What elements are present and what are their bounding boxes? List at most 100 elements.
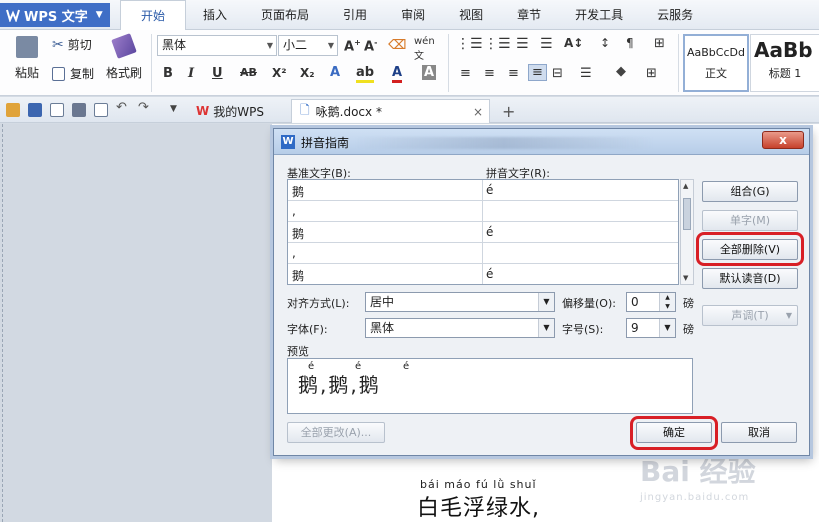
style-normal[interactable]: AaBbCcDd 正文: [683, 34, 749, 92]
default-reading-button[interactable]: 默认读音(D): [702, 268, 798, 289]
font-size-select[interactable]: 小二 ▼: [278, 35, 338, 56]
base-cell[interactable]: ,: [292, 204, 296, 218]
wps-app-button[interactable]: WPS 文字 ▼: [0, 3, 110, 27]
grid-row[interactable]: ,: [288, 243, 678, 264]
pinyin-guide-dialog: W 拼音指南 x 基准文字(B): 拼音文字(R): 鹅 é , 鹅 é , 鹅…: [273, 128, 810, 456]
pinyin-guide-icon[interactable]: wén 文: [414, 36, 435, 62]
combine-button[interactable]: 组合(G): [702, 181, 798, 202]
justify-icon[interactable]: ≡: [528, 64, 547, 81]
base-cell[interactable]: 鹅: [292, 183, 304, 200]
align-value: 居中: [370, 295, 395, 309]
tab-review[interactable]: 审阅: [384, 0, 442, 30]
align-left-icon[interactable]: ≡: [460, 66, 471, 81]
copy-button[interactable]: 复制: [52, 65, 94, 82]
print-icon[interactable]: [72, 103, 86, 117]
align-right-icon[interactable]: ≡: [508, 66, 519, 81]
scroll-up-icon[interactable]: ▲: [683, 182, 688, 190]
cut-label: 剪切: [67, 38, 92, 52]
strikethrough-button[interactable]: AB: [240, 66, 257, 79]
spinner-arrows-icon[interactable]: ▲ ▼: [659, 293, 675, 311]
paste-button[interactable]: 粘贴: [10, 36, 44, 81]
text-direction-icon[interactable]: A↕: [564, 36, 583, 50]
base-cell[interactable]: 鹅: [292, 267, 304, 284]
tab-cloud[interactable]: 云服务: [640, 0, 710, 30]
shrink-font-icon[interactable]: A-: [364, 38, 377, 54]
clear-format-icon[interactable]: ⌫: [388, 38, 406, 53]
sort-icon[interactable]: ↕: [600, 36, 610, 50]
offset-spinner[interactable]: 0 ▲ ▼: [626, 292, 676, 312]
close-button[interactable]: x: [762, 131, 804, 149]
pinyin-cell[interactable]: é: [486, 225, 493, 239]
clear-all-highlight: [696, 232, 804, 266]
export-pdf-icon[interactable]: [50, 103, 64, 117]
tone-button[interactable]: 声调(T) ▼: [702, 305, 798, 326]
tab-home[interactable]: 开始: [120, 0, 187, 31]
grow-font-icon[interactable]: A+: [344, 38, 361, 54]
align-select[interactable]: 居中 ▼: [365, 292, 555, 312]
brush-icon: [111, 33, 137, 59]
pinyin-cell[interactable]: é: [486, 267, 493, 281]
grid-row[interactable]: 鹅 é: [288, 180, 678, 201]
font-name-select[interactable]: 黑体 ▼: [157, 35, 277, 56]
base-cell[interactable]: 鹅: [292, 225, 304, 242]
grid-row[interactable]: 鹅 é: [288, 264, 678, 285]
tab-developer[interactable]: 开发工具: [558, 0, 640, 30]
print-preview-icon[interactable]: [94, 103, 108, 117]
change-all-button[interactable]: 全部更改(A)...: [287, 422, 385, 443]
grid-scrollbar[interactable]: ▲ ▼: [680, 179, 694, 285]
format-painter-button[interactable]: 格式刷: [104, 33, 144, 81]
distribute-icon[interactable]: ⊟: [552, 66, 563, 81]
text-effect-icon[interactable]: A: [330, 65, 340, 80]
decrease-indent-icon[interactable]: ☰: [516, 36, 529, 52]
style-heading-1[interactable]: AaBb 标题 1: [750, 34, 819, 92]
highlight-icon[interactable]: ab: [356, 65, 375, 83]
line-spacing-icon[interactable]: ☰: [580, 66, 592, 81]
show-marks-icon[interactable]: ¶: [626, 36, 634, 50]
size-select[interactable]: 9 ▼: [626, 318, 676, 338]
char-shading-icon[interactable]: A: [422, 65, 437, 80]
numbered-list-icon[interactable]: ⋮☰: [484, 36, 511, 52]
font-select[interactable]: 黑体 ▼: [365, 318, 555, 338]
underline-button[interactable]: U: [212, 66, 223, 81]
tab-references[interactable]: 引用: [326, 0, 384, 30]
tab-my-wps[interactable]: W 我的WPS: [188, 99, 272, 123]
style-normal-preview: AaBbCcDd: [687, 46, 745, 59]
close-tab-icon[interactable]: ×: [473, 105, 483, 119]
dialog-title-bar[interactable]: W 拼音指南 x: [274, 129, 809, 155]
single-char-button[interactable]: 单字(M): [702, 210, 798, 231]
bullet-list-icon[interactable]: ⋮☰: [456, 36, 483, 52]
scrollbar-thumb[interactable]: [683, 198, 691, 230]
table-icon[interactable]: ⊞: [654, 36, 665, 51]
new-tab-button[interactable]: +: [494, 99, 523, 123]
scroll-down-icon[interactable]: ▼: [683, 274, 688, 282]
base-cell[interactable]: ,: [292, 246, 296, 260]
tab-insert[interactable]: 插入: [186, 0, 244, 30]
shading-icon[interactable]: ◆: [616, 64, 626, 79]
italic-button[interactable]: I: [188, 66, 194, 81]
grid-row[interactable]: ,: [288, 201, 678, 222]
chevron-down-icon: ▼: [538, 293, 554, 311]
tab-view[interactable]: 视图: [442, 0, 500, 30]
undo-icon[interactable]: ↶: [116, 100, 130, 115]
pinyin-cell[interactable]: é: [486, 183, 493, 197]
open-folder-icon[interactable]: [6, 103, 20, 117]
bold-button[interactable]: B: [163, 66, 173, 81]
ribbon: 粘贴 ✂ 剪切 复制 格式刷 黑体 ▼ 小二 ▼ A+ A- ⌫ wén 文 B …: [0, 30, 819, 96]
align-label: 对齐方式(L):: [287, 297, 350, 310]
tab-chapter[interactable]: 章节: [500, 0, 558, 30]
tab-document[interactable]: 🗋 咏鹅.docx * ×: [291, 99, 490, 123]
border-icon[interactable]: ⊞: [646, 66, 657, 81]
customize-toolbar-icon[interactable]: ▼: [170, 104, 184, 118]
cancel-button[interactable]: 取消: [721, 422, 797, 443]
save-icon[interactable]: [28, 103, 42, 117]
increase-indent-icon[interactable]: ☰: [540, 36, 553, 52]
font-color-icon[interactable]: A: [392, 65, 403, 83]
redo-icon[interactable]: ↷: [138, 100, 152, 115]
subscript-button[interactable]: X₂: [300, 66, 315, 80]
cut-button[interactable]: ✂ 剪切: [52, 36, 92, 53]
font-label: 字体(F):: [287, 323, 328, 336]
grid-row[interactable]: 鹅 é: [288, 222, 678, 243]
superscript-button[interactable]: X²: [272, 66, 287, 80]
align-center-icon[interactable]: ≡: [484, 66, 495, 81]
tab-page-layout[interactable]: 页面布局: [244, 0, 326, 30]
